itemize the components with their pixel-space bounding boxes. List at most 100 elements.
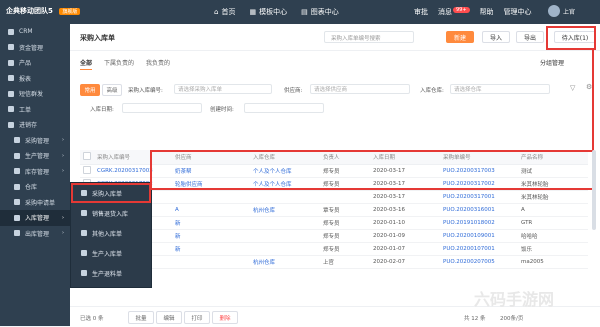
sidebar-item-crm[interactable]: CRM [0, 24, 70, 40]
table-cell: 新 [175, 234, 181, 240]
warehouse-icon [14, 183, 20, 190]
warehouse-field[interactable]: 请选择仓库 [450, 84, 550, 94]
chevron-right-icon: › [62, 168, 64, 175]
table-row[interactable]: 2002新郑专员2020-01-10PUO.20191018002GTR [80, 217, 588, 230]
print-button[interactable]: 打印 [184, 311, 210, 324]
select-all-checkbox[interactable] [80, 152, 94, 162]
admin-center-link[interactable]: 管理中心 [504, 7, 532, 17]
messages-link[interactable]: 消息 99+ [438, 7, 470, 17]
import-button[interactable]: 导入 [482, 31, 510, 43]
sidebar-item-reports[interactable]: 报表 [0, 71, 70, 87]
supplier-field[interactable]: 请选择供应商 [310, 84, 410, 94]
edit-button[interactable]: 编辑 [156, 311, 182, 324]
top-menu-label: 模板中心 [259, 8, 288, 16]
document-icon [81, 230, 87, 236]
top-menu: ⌂ 首页 ▦ 模板中心 ▤ 图表中心 [214, 7, 339, 17]
top-right-menu: 审批 消息 99+ 帮助 管理中心 [414, 7, 532, 17]
submenu-item-production-return[interactable]: 生产退料单 [71, 263, 151, 283]
sidebar-item-outbound[interactable]: 出库管理 › [0, 226, 70, 242]
filter-chip-common[interactable]: 常用 [80, 84, 100, 96]
sidebar-item-production[interactable]: 生产管理 › [0, 148, 70, 164]
filter-label: 采购入库编号: [128, 88, 163, 94]
approval-link[interactable]: 审批 [414, 7, 428, 17]
table-cell[interactable]: PUO.20200316001 [440, 207, 518, 213]
inventory-icon [8, 121, 14, 128]
table-cell: 米其林轮胎 [521, 195, 549, 201]
table-cell: 杭州仓库 [253, 260, 276, 266]
help-link[interactable]: 帮助 [480, 7, 494, 17]
messages-badge: 99+ [453, 7, 470, 13]
watermark: 六码手游网 [474, 290, 555, 309]
request-icon [14, 199, 20, 206]
inbound-submenu: 采购入库单 销售退货入库 其他入库单 生产入库单 生产退料单 [70, 182, 152, 288]
sidebar-item-products[interactable]: 产品 [0, 55, 70, 71]
filter-chip-advanced[interactable]: 高级 [102, 84, 122, 96]
top-menu-templates[interactable]: ▦ 模板中心 [249, 7, 287, 17]
group-manage-link[interactable]: 分组管理 [540, 58, 564, 67]
sidebar-item-tickets[interactable]: 工单 [0, 102, 70, 118]
total-count: 共 12 条 [464, 316, 486, 322]
inbound-date-field[interactable] [122, 103, 202, 113]
delete-button[interactable]: 删除 [212, 311, 238, 324]
avatar [548, 5, 560, 17]
sidebar-item-stock[interactable]: 库存管理 › [0, 164, 70, 180]
table-row[interactable]: 0001新郑专员2020-01-07PUO.20200107001饭乐 [80, 243, 588, 256]
top-menu-home[interactable]: ⌂ 首页 [214, 7, 235, 17]
table-cell[interactable]: PUO.20200109001 [440, 233, 518, 239]
sidebar-item-label: 进销存 [19, 122, 38, 130]
document-icon [81, 250, 87, 256]
submenu-item-label: 生产入库单 [92, 250, 123, 258]
submenu-item-other-inbound[interactable]: 其他入库单 [71, 223, 151, 243]
table-row[interactable]: 0001新郑专员2020-01-09PUO.20200109001哈哈哈 [80, 230, 588, 243]
sidebar-item-inbound[interactable]: 入库管理 › [0, 210, 70, 226]
table-cell: 2020-01-09 [373, 233, 405, 239]
admin-center-label: 管理中心 [503, 8, 532, 16]
scrollbar[interactable] [592, 150, 596, 230]
export-button[interactable]: 导出 [516, 31, 544, 43]
batch-button[interactable]: 批量 [128, 311, 154, 324]
table-row[interactable]: 316001A杭州仓库覃专员2020-03-16PUO.20200316001A [80, 204, 588, 217]
row-checkbox[interactable] [80, 166, 94, 176]
page-size-select[interactable]: 200条/页 [500, 314, 523, 322]
top-menu-charts[interactable]: ▤ 图表中心 [301, 7, 339, 17]
submenu-item-sales-return[interactable]: 销售退货入库 [71, 203, 151, 223]
sidebar-item-label: 短信群发 [19, 91, 44, 99]
table-cell: GTR [521, 220, 533, 226]
tab-subordinate[interactable]: 下属负责的 [104, 58, 134, 70]
highlight-inbound-button-box [546, 26, 596, 50]
sidebar-item-inventory[interactable]: 进销存 [0, 117, 70, 133]
highlight-rows-box [150, 150, 594, 190]
sidebar-item-label: 工单 [19, 106, 32, 114]
sidebar-item-label: 生产管理 [25, 153, 50, 161]
user-menu[interactable]: 上官 [548, 5, 575, 17]
table-row[interactable]: 0005杭州仓库上官2020-02-07PUO.20200207005ma200… [80, 256, 588, 269]
sidebar-item-label: 入库管理 [25, 215, 50, 223]
table-cell[interactable]: PUO.20191018002 [440, 220, 518, 226]
filter-icon[interactable]: ▽ [570, 84, 575, 92]
sidebar-item-warehouse[interactable]: 仓库 [0, 179, 70, 195]
sidebar: CRM 资金管理 产品 报表 短信群发 工单 进销存 采购管理 › 生产管理 › 库… [0, 24, 70, 326]
submenu-item-purchase-inbound[interactable]: 采购入库单 [71, 183, 151, 203]
table-cell[interactable]: PUO.20200317001 [440, 194, 518, 200]
app-logo[interactable]: 企典移动团队5 旗舰版 [6, 6, 81, 16]
inbound-number-field[interactable]: 请选择采购入库单 [174, 84, 272, 94]
submenu-item-production-inbound[interactable]: 生产入库单 [71, 243, 151, 263]
table-cell[interactable]: PUO.20200207005 [440, 259, 518, 265]
chevron-right-icon: › [62, 214, 64, 221]
tab-all[interactable]: 全部 [80, 58, 93, 70]
filter-panel: 常用 高级 采购入库编号: 请选择采购入库单 供应商: 请选择供应商 入库仓库:… [80, 72, 600, 117]
highlight-connector-line [592, 50, 594, 150]
sidebar-item-purchase-request[interactable]: 采购申请单 [0, 195, 70, 211]
table-cell: 哈哈哈 [521, 234, 538, 240]
table-row[interactable]: 2020-03-17 PUO.20200317001 米其林轮胎 [80, 191, 588, 204]
tab-mine[interactable]: 我负责的 [146, 58, 170, 70]
sidebar-item-purchase[interactable]: 采购管理 › [0, 133, 70, 149]
sidebar-item-sms[interactable]: 短信群发 [0, 86, 70, 102]
factory-icon [14, 152, 20, 159]
new-button[interactable]: 新建 [446, 31, 474, 43]
home-icon: ⌂ [214, 8, 219, 16]
table-cell[interactable]: PUO.20200107001 [440, 246, 518, 252]
create-time-field[interactable] [244, 103, 324, 113]
sidebar-item-finance[interactable]: 资金管理 [0, 40, 70, 56]
search-input[interactable]: 采购入库单编号搜索 [324, 31, 414, 43]
